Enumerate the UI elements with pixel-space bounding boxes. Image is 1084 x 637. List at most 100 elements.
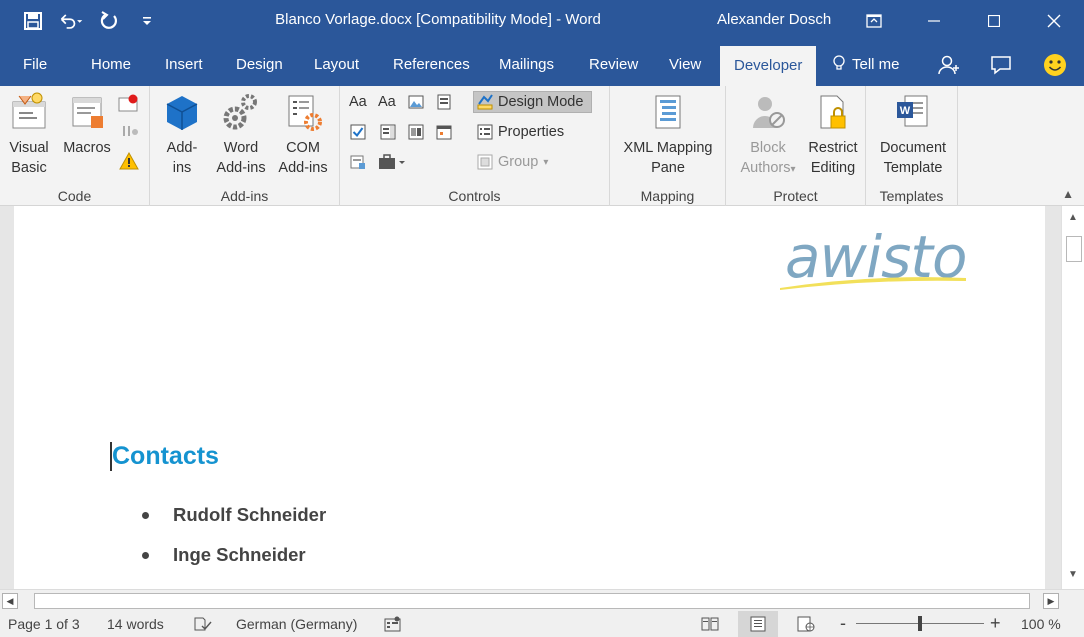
tab-layout[interactable]: Layout (314, 56, 359, 73)
xml-mapping-label-1: XML Mapping (623, 140, 713, 156)
scroll-left-icon[interactable]: ◀ (2, 593, 18, 609)
group-templates-label: Templates (879, 188, 944, 204)
repeating-section-control-icon[interactable] (350, 154, 366, 170)
tell-me-search[interactable]: Tell me (832, 55, 900, 73)
tab-home[interactable]: Home (91, 56, 131, 73)
page-count[interactable]: Page 1 of 3 (8, 616, 80, 632)
design-mode-button[interactable]: Design Mode (473, 91, 593, 113)
checkbox-control-icon[interactable] (350, 124, 366, 140)
tab-developer[interactable]: Developer (720, 46, 817, 86)
xml-mapping-label-2: Pane (651, 160, 685, 176)
maximize-icon[interactable] (964, 0, 1024, 42)
properties-label: Properties (498, 124, 565, 140)
vertical-scrollbar[interactable]: ▲ ▼ (1061, 206, 1084, 589)
web-layout-icon[interactable] (786, 611, 826, 637)
svg-text:W: W (900, 105, 911, 117)
plain-text-control[interactable]: Aa (378, 94, 396, 110)
visual-basic-button[interactable]: Visual Basic (6, 92, 52, 178)
document-template-label-2: Template (883, 160, 943, 176)
com-addins-icon (288, 95, 322, 131)
macro-security-icon[interactable] (119, 151, 139, 173)
print-layout-icon[interactable] (738, 611, 778, 637)
legacy-tools-icon[interactable] (378, 154, 406, 170)
tab-view[interactable]: View (669, 56, 701, 73)
smiley-feedback-icon[interactable] (1042, 52, 1068, 78)
close-icon[interactable] (1024, 0, 1084, 42)
group-templates: W Document Template Templates (866, 86, 958, 206)
picture-control-icon[interactable] (408, 94, 424, 110)
combo-box-control-icon[interactable] (380, 124, 396, 140)
zoom-in-button[interactable]: + (990, 613, 1001, 634)
read-mode-icon[interactable] (690, 611, 730, 637)
scroll-up-icon[interactable]: ▲ (1067, 212, 1079, 224)
tab-mailings[interactable]: Mailings (499, 56, 554, 73)
addins-label-2: ins (172, 160, 192, 176)
restrict-editing-label-2: Editing (810, 160, 856, 176)
building-block-control-icon[interactable] (436, 94, 452, 110)
title-bar: Blanco Vorlage.docx [Compatibility Mode]… (0, 0, 1084, 42)
document-page[interactable]: awisto Contacts Rudolf Schneider Inge Sc… (14, 206, 1045, 589)
group-label: Group (498, 154, 539, 170)
plain-text-label: Aa (378, 94, 396, 110)
horizontal-scrollbar[interactable]: ◀ ▶ (0, 589, 1084, 611)
block-authors-button[interactable]: Block Authors▾ (730, 92, 806, 180)
macros-label: Macros (63, 140, 111, 156)
group-code-label: Code (57, 188, 92, 204)
word-addins-label-2: Add-ins (216, 160, 266, 176)
vertical-scroll-thumb[interactable] (1066, 236, 1082, 262)
tab-review[interactable]: Review (589, 56, 638, 73)
scroll-right-icon[interactable]: ▶ (1043, 593, 1059, 609)
addins-label-1: Add- (166, 140, 198, 156)
zoom-slider-thumb[interactable] (918, 616, 922, 631)
list-item-text: Inge Schneider (173, 544, 306, 565)
zoom-out-button[interactable]: - (840, 613, 846, 634)
word-addins-button[interactable]: Word Add-ins (212, 92, 270, 178)
block-authors-icon (753, 97, 785, 128)
gears-icon (223, 94, 257, 130)
tab-insert[interactable]: Insert (165, 56, 203, 73)
list-item-text: Rudolf Schneider (173, 504, 327, 525)
restrict-editing-icon (820, 95, 846, 129)
restrict-editing-button[interactable]: Restrict Editing (802, 92, 864, 178)
addins-button[interactable]: Add- ins (160, 92, 204, 178)
minimize-icon[interactable] (904, 0, 964, 42)
user-name[interactable]: Alexander Dosch (717, 11, 831, 28)
design-mode-icon (477, 94, 493, 110)
tab-design[interactable]: Design (236, 56, 283, 73)
tab-references[interactable]: References (393, 56, 470, 73)
zoom-level[interactable]: 100 % (1021, 616, 1061, 632)
record-macro-icon[interactable] (118, 94, 140, 115)
proofing-icon[interactable] (193, 616, 213, 632)
language-indicator[interactable]: German (Germany) (236, 616, 357, 632)
list-item: Inge Schneider (142, 544, 306, 566)
word-count[interactable]: 14 words (107, 616, 164, 632)
tab-file[interactable]: File (23, 56, 47, 73)
group-code: Visual Basic Macros Code (0, 86, 150, 206)
group-addins: Add- ins Word Add-ins COM Add-ins Add-in… (150, 86, 340, 206)
rich-text-control[interactable]: Aa (349, 94, 367, 110)
macros-icon (72, 97, 103, 128)
block-authors-label-1: Block (750, 140, 786, 156)
ribbon-display-options-icon[interactable] (844, 0, 904, 42)
drop-down-list-control-icon[interactable] (408, 124, 424, 140)
window-controls (844, 0, 1084, 42)
xml-mapping-pane-button[interactable]: XML Mapping Pane (614, 92, 722, 178)
collapse-ribbon-icon[interactable]: ▲ (1062, 187, 1074, 201)
com-addins-button[interactable]: COM Add-ins (274, 92, 332, 178)
group-button[interactable]: Group ▾ (477, 154, 548, 170)
comments-icon[interactable] (988, 52, 1014, 78)
document-template-button[interactable]: W Document Template (870, 92, 956, 178)
macro-recording-icon[interactable] (384, 616, 402, 632)
rich-text-label: Aa (349, 94, 367, 110)
com-addins-label-2: Add-ins (278, 160, 328, 176)
scroll-down-icon[interactable]: ▼ (1067, 569, 1079, 581)
group-addins-label: Add-ins (220, 188, 269, 204)
properties-button[interactable]: Properties (477, 124, 564, 140)
horizontal-scroll-thumb[interactable] (34, 593, 1030, 609)
group-mapping-label: Mapping (640, 188, 695, 204)
macros-button[interactable]: Macros (60, 92, 114, 158)
date-picker-control-icon[interactable] (436, 124, 452, 140)
com-addins-label-1: COM (286, 140, 320, 156)
list-item: Rudolf Schneider (142, 504, 326, 526)
share-user-icon[interactable] (936, 52, 962, 78)
